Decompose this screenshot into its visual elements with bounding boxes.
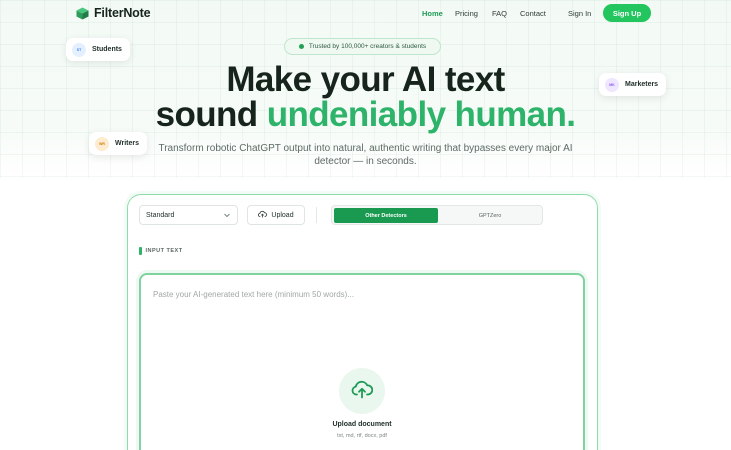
brand-logo[interactable]: FilterNote bbox=[76, 6, 151, 20]
nav-pricing[interactable]: Pricing bbox=[455, 9, 478, 18]
detector-tabs: Other Detectors GPTZero bbox=[331, 205, 543, 225]
upload-formats: txt, md, rtf, docx, pdf bbox=[337, 433, 387, 439]
writers-avatar: WR bbox=[95, 136, 109, 151]
hero-subtitle: Transform robotic ChatGPT output into na… bbox=[158, 143, 573, 167]
chevron-down-icon bbox=[223, 211, 231, 221]
tab-other-detectors[interactable]: Other Detectors bbox=[334, 208, 438, 223]
headline-line-2: sound undeniably human. bbox=[0, 97, 731, 133]
chip-label: Students bbox=[92, 46, 122, 53]
trust-badge: Trusted by 100,000+ creators & students bbox=[284, 38, 441, 55]
headline-highlight: undeniably human. bbox=[266, 95, 576, 134]
mode-select-value: Standard bbox=[146, 211, 175, 219]
nav-faq[interactable]: FAQ bbox=[492, 9, 507, 18]
trust-badge-text: Trusted by 100,000+ creators & students bbox=[308, 43, 427, 50]
students-avatar: ST bbox=[72, 42, 86, 57]
chip-label: Writers bbox=[115, 140, 139, 147]
mode-select[interactable]: Standard bbox=[139, 205, 238, 225]
upload-document-button[interactable] bbox=[339, 368, 385, 414]
status-dot-icon bbox=[298, 44, 304, 49]
nav-contact[interactable]: Contact bbox=[520, 9, 546, 18]
label-accent-bar bbox=[139, 247, 142, 255]
input-placeholder: Paste your AI-generated text here (minim… bbox=[153, 290, 354, 299]
top-navbar: FilterNote Home Pricing FAQ Contact Sign… bbox=[0, 0, 731, 27]
nav-home[interactable]: Home bbox=[422, 9, 443, 18]
tab-gptzero[interactable]: GPTZero bbox=[440, 208, 540, 223]
brand-cube-icon bbox=[76, 7, 89, 20]
cloud-upload-icon bbox=[351, 379, 374, 404]
cloud-upload-icon bbox=[258, 210, 268, 220]
upload-button[interactable]: Upload bbox=[247, 205, 305, 225]
headline-line-1: Make your AI text bbox=[226, 60, 505, 99]
input-label-text: INPUT TEXT bbox=[145, 248, 183, 254]
input-section-label: INPUT TEXT bbox=[139, 247, 183, 255]
upload-document-title: Upload document bbox=[332, 421, 392, 428]
toolbar-divider bbox=[316, 207, 317, 223]
brand-name: FilterNote bbox=[94, 6, 151, 20]
chip-students: ST Students bbox=[66, 38, 130, 61]
headline-prefix: sound bbox=[155, 95, 267, 134]
sign-up-button[interactable]: Sign Up bbox=[603, 4, 651, 22]
chip-writers: WR Writers bbox=[89, 132, 147, 155]
upload-button-label: Upload bbox=[271, 211, 294, 219]
sign-in-link[interactable]: Sign In bbox=[568, 9, 591, 18]
